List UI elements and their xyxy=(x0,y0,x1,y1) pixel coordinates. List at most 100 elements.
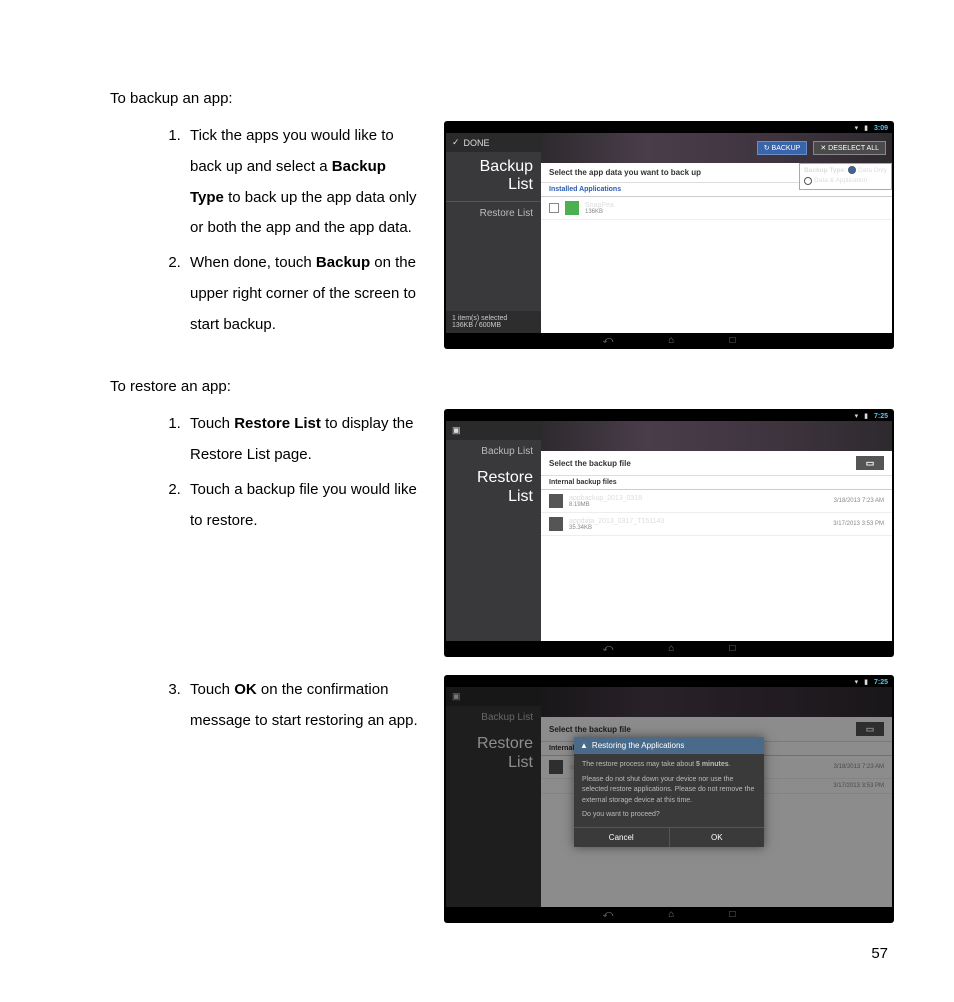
button-label: BACKUP xyxy=(772,145,801,152)
radio-label: Data & Application xyxy=(814,177,867,184)
step-text: Touch xyxy=(190,681,234,698)
sidebar-tab-restore-list[interactable]: Restore List xyxy=(446,201,541,225)
top-strip xyxy=(541,421,892,451)
restore-intro: To restore an app: xyxy=(110,378,894,395)
restore-step-2: Touch a backup file you would like to re… xyxy=(185,475,420,537)
nav-home-icon[interactable]: ⌂ xyxy=(668,643,674,654)
step-text: When done, touch xyxy=(190,254,316,271)
top-strip: ↻ BACKUP ✕ DESELECT ALL xyxy=(541,133,892,163)
dialog-text: Please do not shut down your device nor … xyxy=(582,775,756,807)
screenshot-backup-list: ▾ ▮ 3:09 ✓ DONE Backup List Res xyxy=(444,121,894,349)
radio-data-only[interactable] xyxy=(848,166,856,174)
check-icon: ✓ xyxy=(452,137,460,148)
sidebar-tab-restore-list[interactable]: Restore List xyxy=(446,463,541,512)
file-name: appbackup_2013_0318 xyxy=(569,495,642,502)
nav-back-icon[interactable]: ⤺ xyxy=(603,335,614,346)
sync-icon: ↻ xyxy=(764,145,770,152)
content-title: Select the app data you want to back up xyxy=(549,168,701,177)
dialog-text: . xyxy=(729,761,731,768)
app-icon xyxy=(565,201,579,215)
restore-step-1: Touch Restore List to display the Restor… xyxy=(185,409,420,471)
radio-data-app[interactable] xyxy=(804,177,812,185)
backup-button[interactable]: ↻ BACKUP xyxy=(757,141,808,155)
file-name: appdata_2013_0317_T151143 xyxy=(569,518,664,525)
dialog-text: The restore process may take about xyxy=(582,761,696,768)
restore-steps-list-1: Touch Restore List to display the Restor… xyxy=(110,409,420,536)
app-size: 136KB xyxy=(585,209,614,215)
wifi-icon: ▾ xyxy=(855,412,859,420)
done-button[interactable]: ✓ DONE xyxy=(446,133,541,152)
app-list-item[interactable]: SnapPea 136KB xyxy=(541,197,892,220)
nav-recent-icon[interactable]: □ xyxy=(729,643,735,654)
content-header: Select the backup file ▭ xyxy=(541,451,892,476)
file-date: 3/17/2013 3:53 PM xyxy=(833,521,884,527)
sidebar-tab-backup-list[interactable]: Backup List xyxy=(446,440,541,463)
nav-home-icon[interactable]: ⌂ xyxy=(668,335,674,346)
clock: 7:25 xyxy=(874,679,888,686)
sidebar: ▣ Backup List Restore List xyxy=(446,421,541,641)
restore-confirm-dialog: ▲ Restoring the Applications The restore… xyxy=(574,737,764,847)
ok-button[interactable]: OK xyxy=(670,828,765,847)
type-label: Backup Type: xyxy=(804,167,846,174)
backup-file-item[interactable]: appbackup_2013_0318 8.19MB 3/18/2013 7:2… xyxy=(541,490,892,513)
nav-back-icon[interactable]: ⤺ xyxy=(603,643,614,654)
cancel-button[interactable]: Cancel xyxy=(574,828,670,847)
wifi-icon: ▾ xyxy=(855,678,859,686)
backup-type-panel: Backup Type: Data Only Data & Applicatio… xyxy=(799,163,892,190)
sidebar-label: List xyxy=(454,176,533,194)
backup-steps-list: Tick the apps you would like to back up … xyxy=(110,121,420,340)
sidebar-label: Backup xyxy=(454,158,533,176)
step-text: to back up the app data only or both the… xyxy=(190,189,417,237)
sidebar: ✓ DONE Backup List Restore List 1 item(s… xyxy=(446,133,541,333)
sidebar-label: Restore xyxy=(454,469,533,487)
screenshot-restore-dialog: ▾ ▮ 7:25 ▣ Backup List Restore List xyxy=(444,675,894,923)
folder-button[interactable]: ▭ xyxy=(856,456,884,470)
sidebar-label: List xyxy=(454,488,533,506)
app-name: SnapPea xyxy=(585,202,614,209)
selection-count: 1 item(s) selected xyxy=(452,315,535,322)
file-size: 35.34KB xyxy=(569,525,664,531)
nav-recent-icon[interactable]: □ xyxy=(729,909,735,920)
step-text: Touch xyxy=(190,415,234,432)
app-header-icon: ▣ xyxy=(446,421,541,440)
close-icon: ✕ xyxy=(820,145,826,152)
app-list: SnapPea 136KB xyxy=(541,197,892,333)
dialog-footer: Cancel OK xyxy=(574,827,764,847)
screenshot-restore-list: ▾ ▮ 7:25 ▣ Backup List Restore List xyxy=(444,409,894,657)
box-icon: ▣ xyxy=(452,425,461,436)
nav-home-icon[interactable]: ⌂ xyxy=(668,909,674,920)
file-size: 8.19MB xyxy=(569,502,642,508)
clock: 7:25 xyxy=(874,413,888,420)
warning-icon: ▲ xyxy=(580,741,588,750)
status-bar: ▾ ▮ 7:25 xyxy=(446,411,892,421)
content-title: Select the backup file xyxy=(549,459,631,468)
step-bold: OK xyxy=(234,681,257,698)
file-icon xyxy=(549,494,563,508)
step-text: Touch a backup file you would like to re… xyxy=(190,481,417,529)
nav-bar: ⤺ ⌂ □ xyxy=(446,641,892,655)
nav-recent-icon[interactable]: □ xyxy=(729,335,735,346)
backup-file-item[interactable]: appdata_2013_0317_T151143 35.34KB 3/17/2… xyxy=(541,513,892,536)
step-bold: Restore List xyxy=(234,415,321,432)
sidebar-footer: 1 item(s) selected 136KB / 600MB xyxy=(446,311,541,333)
list-subheader: Internal backup files xyxy=(541,476,892,490)
radio-label: Data Only xyxy=(858,167,887,174)
battery-icon: ▮ xyxy=(864,678,868,686)
wifi-icon: ▾ xyxy=(855,124,859,132)
file-date: 3/18/2013 7:23 AM xyxy=(834,498,884,504)
backup-step-1: Tick the apps you would like to back up … xyxy=(185,121,420,244)
checkbox[interactable] xyxy=(549,203,559,213)
backup-intro: To backup an app: xyxy=(110,90,894,107)
deselect-all-button[interactable]: ✕ DESELECT ALL xyxy=(813,141,886,155)
page-number: 57 xyxy=(871,945,888,962)
battery-icon: ▮ xyxy=(864,412,868,420)
dialog-bold: 5 minutes xyxy=(696,761,729,768)
folder-icon: ▭ xyxy=(866,458,875,469)
dialog-title: Restoring the Applications xyxy=(592,741,685,750)
file-icon xyxy=(549,517,563,531)
dialog-header: ▲ Restoring the Applications xyxy=(574,737,764,754)
step-bold: Backup xyxy=(316,254,370,271)
sidebar-tab-backup-list[interactable]: Backup List xyxy=(446,152,541,201)
nav-back-icon[interactable]: ⤺ xyxy=(603,909,614,920)
restore-step-3: Touch OK on the confirmation message to … xyxy=(185,675,420,737)
